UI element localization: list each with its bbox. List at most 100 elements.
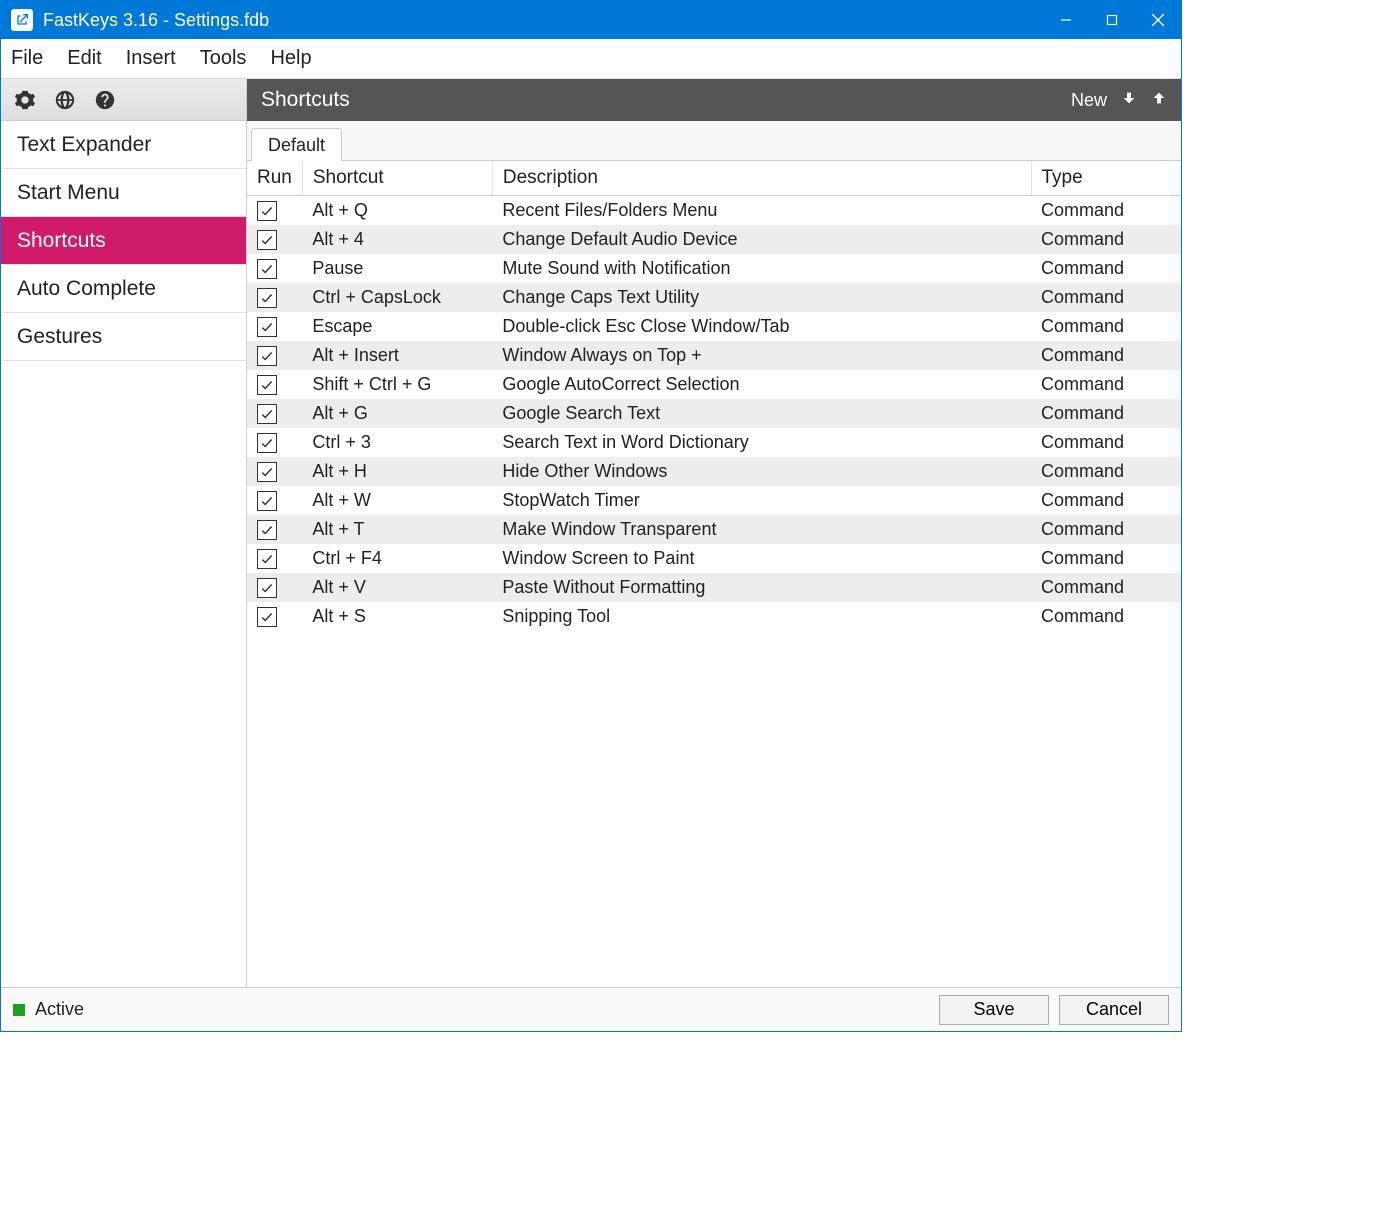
- content-header: Shortcuts New: [247, 79, 1181, 121]
- table-row[interactable]: Ctrl + F4Window Screen to PaintCommand: [247, 544, 1181, 573]
- table-row[interactable]: Alt + InsertWindow Always on Top +Comman…: [247, 341, 1181, 370]
- tab-default[interactable]: Default: [251, 128, 342, 161]
- table-row[interactable]: Shift + Ctrl + GGoogle AutoCorrect Selec…: [247, 370, 1181, 399]
- cell-type: Command: [1031, 399, 1181, 428]
- table-row[interactable]: Alt + SSnipping ToolCommand: [247, 602, 1181, 631]
- cell-shortcut: Alt + V: [302, 573, 492, 602]
- run-checkbox[interactable]: [257, 549, 277, 569]
- titlebar: FastKeys 3.16 - Settings.fdb: [1, 1, 1181, 39]
- col-header-description[interactable]: Description: [492, 161, 1031, 196]
- table-row[interactable]: Alt + QRecent Files/Folders MenuCommand: [247, 196, 1181, 226]
- cancel-button[interactable]: Cancel: [1059, 995, 1169, 1025]
- window-title: FastKeys 3.16 - Settings.fdb: [43, 10, 1043, 31]
- run-checkbox[interactable]: [257, 520, 277, 540]
- sidebar-item-label: Gestures: [17, 325, 102, 349]
- table-row[interactable]: Alt + HHide Other WindowsCommand: [247, 457, 1181, 486]
- run-checkbox[interactable]: [257, 259, 277, 279]
- col-header-run[interactable]: Run: [247, 161, 302, 196]
- cell-shortcut: Alt + W: [302, 486, 492, 515]
- footer: Active Save Cancel: [1, 987, 1181, 1031]
- menu-help[interactable]: Help: [270, 47, 311, 70]
- cell-type: Command: [1031, 225, 1181, 254]
- cell-type: Command: [1031, 486, 1181, 515]
- run-checkbox[interactable]: [257, 462, 277, 482]
- cell-shortcut: Alt + Insert: [302, 341, 492, 370]
- sidebar-item-start-menu[interactable]: Start Menu: [1, 169, 246, 217]
- cell-description: Google Search Text: [492, 399, 1031, 428]
- sidebar-item-auto-complete[interactable]: Auto Complete: [1, 265, 246, 313]
- table-row[interactable]: PauseMute Sound with NotificationCommand: [247, 254, 1181, 283]
- sidebar-item-text-expander[interactable]: Text Expander: [1, 121, 246, 169]
- cell-type: Command: [1031, 515, 1181, 544]
- main-area: Text Expander Start Menu Shortcuts Auto …: [1, 79, 1181, 987]
- table-row[interactable]: Alt + WStopWatch TimerCommand: [247, 486, 1181, 515]
- move-down-button[interactable]: [1121, 90, 1137, 111]
- cell-description: Search Text in Word Dictionary: [492, 428, 1031, 457]
- cell-type: Command: [1031, 341, 1181, 370]
- cell-description: Snipping Tool: [492, 602, 1031, 631]
- cell-shortcut: Alt + Q: [302, 196, 492, 226]
- run-checkbox[interactable]: [257, 404, 277, 424]
- table-row[interactable]: Alt + 4Change Default Audio DeviceComman…: [247, 225, 1181, 254]
- sidebar-toolbar: [1, 79, 246, 121]
- run-checkbox[interactable]: [257, 346, 277, 366]
- cell-shortcut: Alt + G: [302, 399, 492, 428]
- content: Shortcuts New Default Run Shortcut: [247, 79, 1181, 987]
- help-icon[interactable]: [93, 88, 117, 112]
- cell-description: Window Always on Top +: [492, 341, 1031, 370]
- col-header-shortcut[interactable]: Shortcut: [302, 161, 492, 196]
- sidebar-item-gestures[interactable]: Gestures: [1, 313, 246, 361]
- run-checkbox[interactable]: [257, 288, 277, 308]
- cell-type: Command: [1031, 370, 1181, 399]
- minimize-button[interactable]: [1043, 1, 1089, 39]
- run-checkbox[interactable]: [257, 230, 277, 250]
- sidebar-item-label: Shortcuts: [17, 229, 106, 253]
- maximize-button[interactable]: [1089, 1, 1135, 39]
- menu-insert[interactable]: Insert: [126, 47, 176, 70]
- run-checkbox[interactable]: [257, 578, 277, 598]
- cell-description: Hide Other Windows: [492, 457, 1031, 486]
- cell-description: Recent Files/Folders Menu: [492, 196, 1031, 226]
- menu-tools[interactable]: Tools: [200, 47, 247, 70]
- menu-edit[interactable]: Edit: [67, 47, 101, 70]
- table-row[interactable]: Ctrl + 3Search Text in Word DictionaryCo…: [247, 428, 1181, 457]
- save-button[interactable]: Save: [939, 995, 1049, 1025]
- run-checkbox[interactable]: [257, 607, 277, 627]
- cell-description: Paste Without Formatting: [492, 573, 1031, 602]
- run-checkbox[interactable]: [257, 375, 277, 395]
- run-checkbox[interactable]: [257, 201, 277, 221]
- globe-icon[interactable]: [53, 88, 77, 112]
- cell-description: Make Window Transparent: [492, 515, 1031, 544]
- run-checkbox[interactable]: [257, 317, 277, 337]
- cell-description: Google AutoCorrect Selection: [492, 370, 1031, 399]
- table-row[interactable]: Alt + GGoogle Search TextCommand: [247, 399, 1181, 428]
- menubar: File Edit Insert Tools Help: [1, 39, 1181, 79]
- gear-icon[interactable]: [13, 88, 37, 112]
- app-icon: [11, 9, 33, 31]
- status-label: Active: [35, 999, 84, 1020]
- menu-file[interactable]: File: [11, 47, 43, 70]
- move-up-button[interactable]: [1151, 90, 1167, 111]
- sidebar-item-shortcuts[interactable]: Shortcuts: [1, 217, 246, 265]
- col-header-type[interactable]: Type: [1031, 161, 1181, 196]
- cell-description: Change Default Audio Device: [492, 225, 1031, 254]
- cell-type: Command: [1031, 573, 1181, 602]
- run-checkbox[interactable]: [257, 491, 277, 511]
- close-button[interactable]: [1135, 1, 1181, 39]
- shortcuts-table-wrap: Run Shortcut Description Type Alt + QRec…: [247, 161, 1181, 987]
- table-row[interactable]: Alt + TMake Window TransparentCommand: [247, 515, 1181, 544]
- run-checkbox[interactable]: [257, 433, 277, 453]
- cell-type: Command: [1031, 602, 1181, 631]
- table-row[interactable]: EscapeDouble-click Esc Close Window/TabC…: [247, 312, 1181, 341]
- cell-type: Command: [1031, 254, 1181, 283]
- status-indicator-icon: [13, 1004, 25, 1016]
- sidebar-item-label: Auto Complete: [17, 277, 156, 301]
- cell-shortcut: Ctrl + F4: [302, 544, 492, 573]
- new-button[interactable]: New: [1071, 90, 1107, 111]
- sidebar-item-label: Text Expander: [17, 133, 151, 157]
- table-row[interactable]: Ctrl + CapsLockChange Caps Text UtilityC…: [247, 283, 1181, 312]
- cell-type: Command: [1031, 196, 1181, 226]
- cell-shortcut: Ctrl + CapsLock: [302, 283, 492, 312]
- table-row[interactable]: Alt + VPaste Without FormattingCommand: [247, 573, 1181, 602]
- tabstrip: Default: [247, 121, 1181, 161]
